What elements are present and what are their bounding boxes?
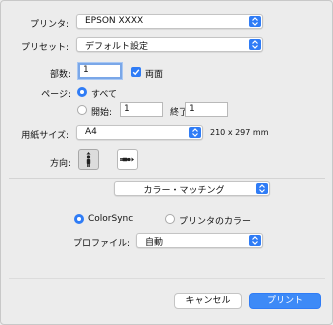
printer-color-label: プリンタのカラー (179, 217, 252, 227)
updown-chevron-icon (249, 16, 261, 27)
section-menu-popup[interactable]: カラー・マッチング (114, 181, 270, 196)
copies-field[interactable]: 1 (78, 63, 122, 79)
duplex-checkbox[interactable] (131, 67, 141, 77)
preset-popup[interactable]: デフォルト設定 (76, 37, 263, 52)
paper-size-value: A4 (85, 127, 97, 137)
portrait-orientation-button[interactable] (78, 149, 99, 170)
updown-chevron-icon (249, 235, 261, 246)
pages-from-label: 開始: (91, 108, 113, 118)
checkmark-icon (132, 69, 140, 76)
profile-popup[interactable]: 自動 (136, 233, 263, 248)
printer-color-radio[interactable] (165, 214, 175, 224)
print-button[interactable]: プリント (249, 293, 321, 309)
pages-all-label: すべて (91, 90, 118, 100)
preset-label: プリセット: (20, 43, 69, 53)
pages-from-field[interactable]: 1 (120, 102, 163, 117)
updown-chevron-icon (189, 127, 201, 138)
paper-size-label: 用紙サイズ: (21, 131, 69, 141)
pages-to-field[interactable]: 1 (185, 102, 228, 117)
printer-label: プリンタ: (29, 20, 69, 30)
divider (9, 178, 325, 179)
cancel-button[interactable]: キャンセル (174, 293, 242, 309)
orientation-label: 方向: (49, 159, 71, 169)
profile-label: プロファイル: (72, 239, 130, 249)
colorsync-radio[interactable] (74, 214, 84, 224)
printer-popup[interactable]: EPSON XXXX (76, 14, 263, 29)
colorsync-label: ColorSync (88, 214, 134, 224)
updown-chevron-icon (249, 39, 261, 50)
paper-size-popup[interactable]: A4 (76, 125, 203, 140)
paper-dimensions: 210 x 297 mm (210, 128, 269, 137)
pages-range-radio[interactable] (77, 105, 87, 115)
landscape-person-icon (120, 157, 134, 162)
duplex-label: 両面 (145, 70, 164, 80)
divider (9, 278, 325, 279)
copies-label: 部数: (49, 70, 71, 80)
landscape-orientation-button[interactable] (117, 149, 138, 170)
profile-value: 自動 (145, 238, 164, 248)
printer-value: EPSON XXXX (85, 16, 144, 26)
section-menu-value: カラー・マッチング (143, 186, 225, 196)
pages-label: ページ: (41, 90, 71, 100)
preset-value: デフォルト設定 (85, 42, 149, 52)
pages-all-radio[interactable] (77, 87, 87, 97)
portrait-person-icon (86, 152, 91, 167)
updown-chevron-icon (256, 183, 268, 194)
print-dialog: プリンタ: EPSON XXXX プリセット: デフォルト設定 部数: 1 両面… (0, 0, 333, 325)
